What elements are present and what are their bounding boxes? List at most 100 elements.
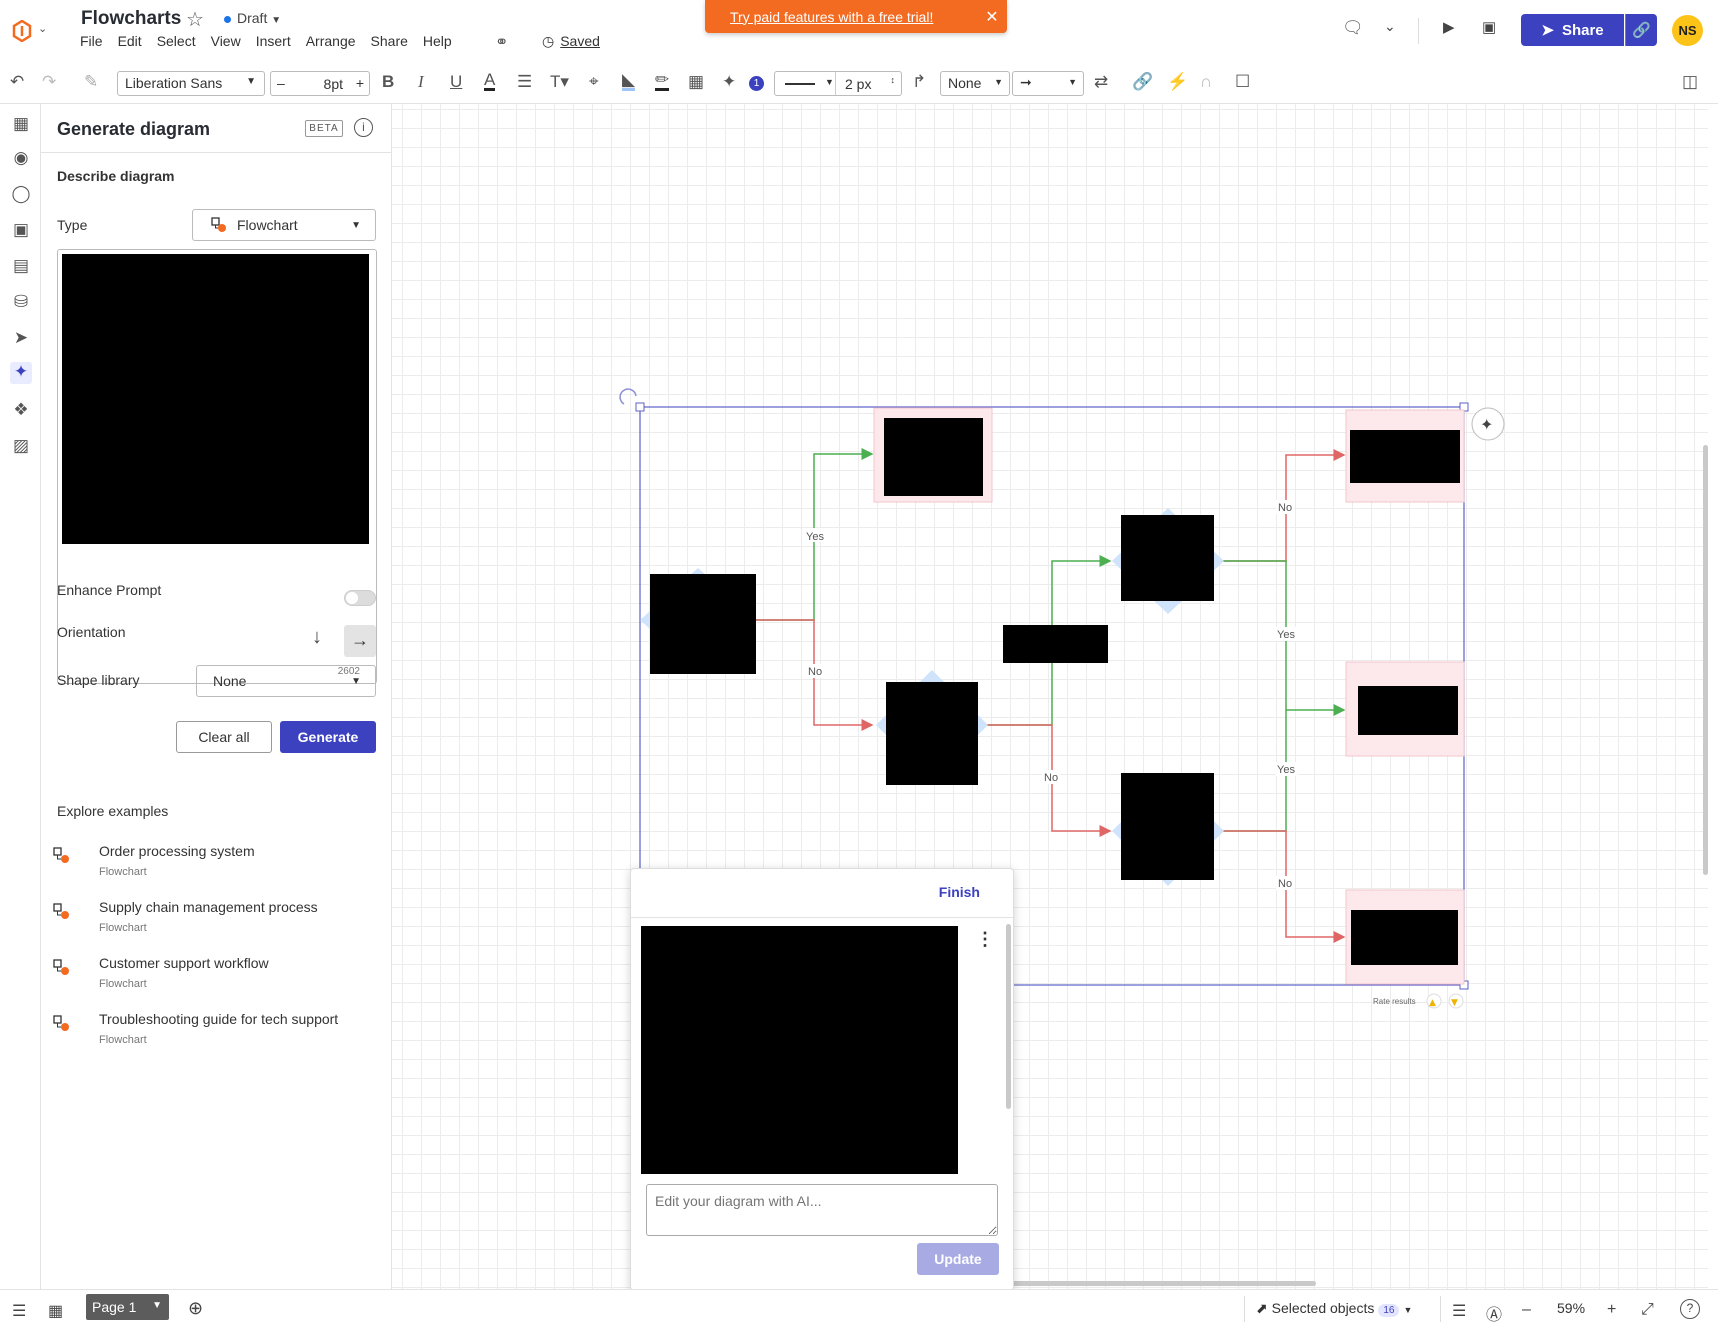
swap-icon[interactable]: ⇄ [1094,72,1108,92]
arrow-right-icon[interactable]: → [344,625,376,657]
example-item[interactable]: Customer support workflow Flowchart [51,955,381,1001]
position-icon[interactable]: ⌖ [589,72,599,92]
binoculars-icon[interactable]: ⚭ [495,32,508,52]
horizontal-scrollbar[interactable] [1012,1281,1316,1286]
more-options-icon[interactable]: ⋮ [976,929,994,950]
templates-icon[interactable]: ▦ [10,114,32,136]
connector-type-icon[interactable]: ↱ [912,72,926,92]
link-icon[interactable]: 🔗 [1132,72,1153,92]
type-select[interactable]: Flowchart ▼ [192,209,376,241]
close-icon[interactable]: ✕ [977,7,1007,27]
example-item[interactable]: Troubleshooting guide for tech support F… [51,1011,381,1057]
menu-help[interactable]: Help [423,33,452,49]
fill-color-icon[interactable]: ◣ [622,71,636,91]
lucid-logo-icon[interactable] [12,20,32,42]
lock-icon[interactable]: ☐ [1235,72,1250,92]
example-item[interactable]: Supply chain management process Flowchar… [51,899,381,945]
italic-icon[interactable]: I [418,72,424,92]
list-view-icon[interactable]: ☰ [12,1301,26,1321]
database-icon[interactable]: ⛁ [10,292,32,314]
line-start-select[interactable]: None ▼ [940,71,1010,96]
redacted-process-node[interactable] [1003,625,1108,663]
arrow-down-icon[interactable]: ↓ [312,626,322,649]
vertical-scrollbar[interactable] [1703,445,1708,875]
video-icon[interactable]: ▣ [1482,18,1496,36]
rocket-icon[interactable]: ➤ [10,328,32,350]
accessibility-icon[interactable]: Ⓐ [1486,1301,1502,1325]
prompt-textarea[interactable]: 2602 [57,249,377,684]
zoom-out-icon[interactable]: – [1522,1301,1531,1319]
magic-wand-icon[interactable]: ✦ [722,72,736,92]
increase-icon[interactable]: + [356,75,364,91]
plugins-icon[interactable]: ❖ [10,400,32,422]
menu-view[interactable]: View [211,33,241,49]
lightning-icon[interactable]: ⚡ [1167,72,1188,92]
line-end-select[interactable]: ➞ ▼ [1012,71,1084,96]
menu-file[interactable]: File [80,33,103,49]
comment-icon[interactable]: 🗨 [1342,18,1364,38]
present-icon[interactable]: ▶ [1443,18,1455,36]
underline-icon[interactable]: U [450,72,462,92]
draft-status[interactable]: Draft ▼ [224,10,281,26]
line-color-icon[interactable]: ✏ [655,71,670,91]
example-item[interactable]: Order processing system Flowchart [51,843,381,889]
decrease-icon[interactable]: – [277,75,285,91]
avatar[interactable]: NS [1672,15,1703,46]
help-icon[interactable]: ? [1680,1299,1700,1319]
selected-objects[interactable]: ⬈ Selected objects 16 ▼ [1256,1300,1412,1317]
finish-button[interactable]: Finish [939,884,980,900]
menu-select[interactable]: Select [157,33,196,49]
ai-generate-icon[interactable]: ✦ [10,362,32,384]
rotate-handle-icon[interactable] [619,388,637,405]
add-page-icon[interactable]: ⊕ [188,1298,203,1319]
shape-library-select[interactable]: None ▼ [196,665,376,697]
align-icon[interactable]: ☰ [517,72,532,92]
chevron-down-icon[interactable]: ⌄ [1384,18,1396,35]
clear-all-button[interactable]: Clear all [176,721,272,753]
menu-arrange[interactable]: Arrange [306,33,356,49]
ai-image-icon[interactable]: ▨ [10,436,32,458]
share-button[interactable]: ➤ Share [1521,14,1624,46]
saved-indicator[interactable]: ◷ Saved [542,33,600,50]
font-family-select[interactable]: Liberation Sans ▼ [117,71,265,96]
style-icon[interactable]: ▦ [688,72,704,92]
generate-button[interactable]: Generate [280,721,376,753]
grid-view-icon[interactable]: ▦ [48,1301,63,1321]
info-icon[interactable]: i [354,118,373,137]
fit-to-screen-icon[interactable]: ⤢ [1641,1301,1654,1319]
menu-edit[interactable]: Edit [118,33,142,49]
redo-icon[interactable]: ↷ [42,72,56,92]
star-icon[interactable]: ☆ [186,7,204,32]
resize-handle[interactable] [635,402,645,412]
menu-share[interactable]: Share [371,33,408,49]
flowchart-diagram[interactable]: ✦ Yes No No No Yes Yes No Rate results ▲… [392,104,1708,1289]
ai-edit-input[interactable] [646,1184,998,1236]
text-options-icon[interactable]: T▾ [550,72,569,92]
font-size-stepper[interactable]: –8pt + [270,71,370,96]
undo-icon[interactable]: ↶ [10,72,24,92]
page-tab[interactable]: Page 1 ▼ [86,1294,169,1320]
update-button[interactable]: Update [917,1243,999,1275]
panel-scrollbar[interactable] [1006,924,1011,1109]
menu-insert[interactable]: Insert [256,33,291,49]
magnet-icon[interactable]: ∩ [1200,72,1212,92]
right-panel-toggle-icon[interactable]: ◫ [1682,72,1698,92]
format-painter-icon[interactable]: ✎ [84,72,98,92]
canvas[interactable]: ✦ Yes No No No Yes Yes No Rate results ▲… [392,104,1708,1289]
layers-icon[interactable]: ☰ [1452,1301,1466,1321]
shapes-icon[interactable]: ◯ [10,184,32,206]
image-icon[interactable]: ▤ [10,256,32,278]
ink-icon[interactable]: ◉ [10,148,32,170]
zoom-in-icon[interactable]: + [1607,1301,1616,1319]
bold-icon[interactable]: B [382,72,394,92]
stepper-icon[interactable]: ↕ [891,75,896,85]
document-title[interactable]: Flowcharts [81,8,181,30]
trial-banner[interactable]: Try paid features with a free trial! ✕ [705,0,1007,33]
enhance-prompt-toggle[interactable] [344,590,376,606]
trial-link[interactable]: Try paid features with a free trial! [730,9,977,25]
copy-link-button[interactable]: 🔗 [1625,14,1657,46]
frame-icon[interactable]: ▣ [10,220,32,242]
chevron-down-icon[interactable]: ⌄ [38,22,47,35]
text-color-icon[interactable]: A [484,71,496,91]
zoom-level[interactable]: 59% [1557,1300,1585,1316]
